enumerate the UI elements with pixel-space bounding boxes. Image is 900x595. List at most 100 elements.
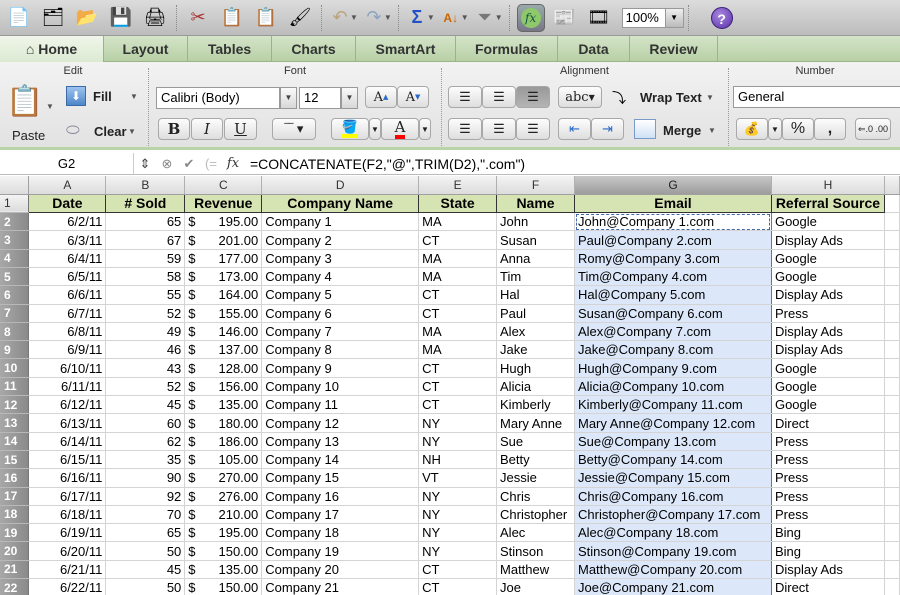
cell-referral[interactable]: Press xyxy=(771,468,885,488)
cell-sold[interactable]: 45 xyxy=(105,560,186,580)
paste-icon[interactable]: 📋 xyxy=(252,4,280,32)
cell[interactable] xyxy=(884,267,900,287)
redo-dropdown-icon[interactable]: ▼ xyxy=(384,13,392,22)
cell-referral[interactable]: Display Ads xyxy=(771,230,885,250)
cell-revenue[interactable]: $105.00 xyxy=(184,450,263,470)
cell-referral[interactable]: Google xyxy=(771,358,885,378)
cell-state[interactable]: NH xyxy=(418,450,498,470)
open-icon[interactable]: 📂 xyxy=(73,4,101,32)
cell-sold[interactable]: 46 xyxy=(105,340,186,360)
align-bottom-button[interactable]: ☰ xyxy=(516,86,550,108)
cell-state[interactable]: MA xyxy=(418,340,498,360)
cell-sold[interactable]: 62 xyxy=(105,432,186,451)
cell-state[interactable]: MA xyxy=(418,322,498,342)
filter-dropdown-icon[interactable]: ▼ xyxy=(495,13,503,22)
cell-state[interactable]: CT xyxy=(418,377,498,397)
sort-dropdown-icon[interactable]: ▼ xyxy=(461,13,469,22)
column-header-a[interactable]: A xyxy=(28,176,107,195)
zoom-value[interactable]: 100% xyxy=(621,7,666,28)
tab-home[interactable]: ⌂ Home xyxy=(0,36,104,62)
cell-revenue[interactable]: $128.00 xyxy=(184,358,263,378)
cell-name[interactable]: Joe xyxy=(496,578,575,595)
cell-sold[interactable]: 55 xyxy=(105,285,186,305)
underline-button[interactable]: U xyxy=(224,118,257,140)
cell-state[interactable]: NY xyxy=(418,505,498,525)
header-cell-state[interactable]: State xyxy=(418,194,498,214)
cell-sold[interactable]: 70 xyxy=(105,505,186,525)
column-header-d[interactable]: D xyxy=(261,176,420,195)
cell-referral[interactable]: Press xyxy=(771,505,885,525)
cell-name[interactable]: Alex xyxy=(496,322,575,342)
cell-sold[interactable]: 52 xyxy=(105,304,186,323)
currency-dropdown-icon[interactable]: ▼ xyxy=(768,118,782,140)
cell-referral[interactable]: Display Ads xyxy=(771,560,885,580)
cell-name[interactable]: Hal xyxy=(496,285,575,305)
paste-button[interactable]: Paste xyxy=(12,128,45,143)
fill-color-dropdown-icon[interactable]: ▼ xyxy=(369,118,381,140)
cell-revenue[interactable]: $156.00 xyxy=(184,377,263,397)
percent-button[interactable]: % xyxy=(782,118,814,140)
cell-date[interactable]: 6/13/11 xyxy=(28,413,107,433)
cell[interactable] xyxy=(884,560,900,580)
cell-revenue[interactable]: $195.00 xyxy=(184,212,263,232)
cell-state[interactable]: CT xyxy=(418,560,498,580)
font-color-button[interactable]: A xyxy=(381,118,419,140)
cell-referral[interactable]: Google xyxy=(771,249,885,268)
cell-company[interactable]: Company 1 xyxy=(261,212,420,232)
cell-date[interactable]: 6/17/11 xyxy=(28,487,107,506)
header-cell-name[interactable]: Name xyxy=(496,194,575,214)
row-header[interactable]: 6 xyxy=(0,285,30,305)
cell[interactable] xyxy=(884,212,900,232)
cell-date[interactable]: 6/5/11 xyxy=(28,267,107,287)
font-color-dropdown-icon[interactable]: ▼ xyxy=(419,118,431,140)
cell[interactable] xyxy=(884,505,900,525)
cell[interactable] xyxy=(884,230,900,250)
cell-company[interactable]: Company 8 xyxy=(261,340,420,360)
cell-date[interactable]: 6/2/11 xyxy=(28,212,107,232)
cell-company[interactable]: Company 19 xyxy=(261,541,420,561)
cell-name[interactable]: Christopher xyxy=(496,505,575,525)
cell-name[interactable]: Hugh xyxy=(496,358,575,378)
cell-revenue[interactable]: $270.00 xyxy=(184,468,263,488)
fill-dropdown-icon[interactable]: ▼ xyxy=(130,92,138,101)
cell-date[interactable]: 6/9/11 xyxy=(28,340,107,360)
cell-revenue[interactable]: $173.00 xyxy=(184,267,263,287)
cell-email[interactable]: Sue@Company 13.com xyxy=(574,432,772,451)
cell-name[interactable]: Susan xyxy=(496,230,575,250)
cell-sold[interactable]: 90 xyxy=(105,468,186,488)
row-header[interactable]: 1 xyxy=(0,194,30,214)
cell-state[interactable]: VT xyxy=(418,468,498,488)
column-header-h[interactable]: H xyxy=(771,176,885,195)
row-header[interactable]: 4 xyxy=(0,249,30,268)
row-header[interactable]: 10 xyxy=(0,358,30,378)
cell-sold[interactable]: 50 xyxy=(105,541,186,561)
format-painter-icon[interactable]: 🖌 xyxy=(286,4,314,32)
cell-email[interactable]: Hal@Company 5.com xyxy=(574,285,772,305)
cell-company[interactable]: Company 7 xyxy=(261,322,420,342)
clear-button[interactable]: Clear xyxy=(94,124,127,139)
cell-revenue[interactable]: $164.00 xyxy=(184,285,263,305)
cell-state[interactable]: NY xyxy=(418,413,498,433)
comma-style-button[interactable]: , xyxy=(814,118,846,140)
undo-icon[interactable]: ↶ xyxy=(329,4,351,32)
zoom-select[interactable]: 100% ▼ xyxy=(621,7,684,28)
cell[interactable] xyxy=(884,541,900,561)
row-header[interactable]: 19 xyxy=(0,523,30,543)
cell-name[interactable]: Anna xyxy=(496,249,575,268)
cell-name[interactable]: Jake xyxy=(496,340,575,360)
tab-tables[interactable]: Tables xyxy=(188,36,272,62)
cell-company[interactable]: Company 15 xyxy=(261,468,420,488)
cell-email[interactable]: Jessie@Company 15.com xyxy=(574,468,772,488)
cell-referral[interactable]: Google xyxy=(771,377,885,397)
row-header[interactable]: 21 xyxy=(0,560,30,580)
cell-referral[interactable]: Google xyxy=(771,395,885,415)
cell-date[interactable]: 6/21/11 xyxy=(28,560,107,580)
function-paren-icon[interactable]: (= xyxy=(200,156,222,171)
column-header-g[interactable]: G xyxy=(574,176,772,195)
row-header[interactable]: 12 xyxy=(0,395,30,415)
cell-date[interactable]: 6/20/11 xyxy=(28,541,107,561)
cell[interactable] xyxy=(884,340,900,360)
cell-referral[interactable]: Display Ads xyxy=(771,340,885,360)
increase-decimal-button[interactable]: ⇐.0 .00 xyxy=(855,118,891,140)
formula-input[interactable]: =CONCATENATE(F2,"@",TRIM(D2),".com") xyxy=(250,156,525,172)
